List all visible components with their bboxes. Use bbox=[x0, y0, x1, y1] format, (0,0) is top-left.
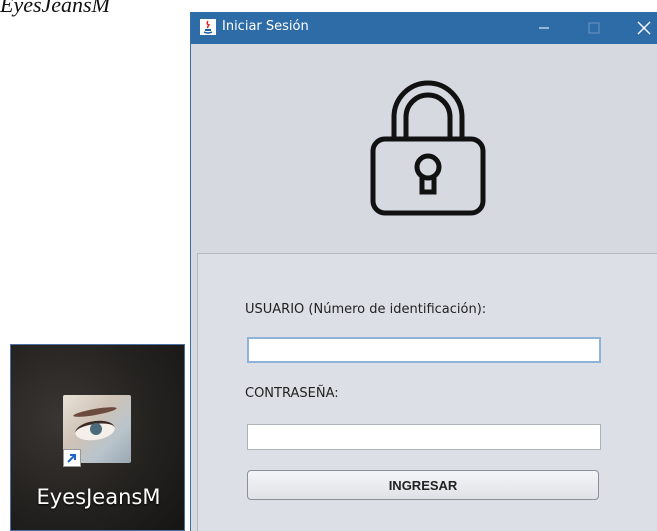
login-window: Iniciar Sesión USUARIO (Número de identi… bbox=[190, 12, 657, 531]
header-image-area bbox=[191, 44, 657, 253]
shortcut-arrow-icon bbox=[63, 449, 81, 467]
ingresar-button[interactable]: INGRESAR bbox=[247, 470, 599, 500]
password-label: CONTRASEÑA: bbox=[245, 386, 339, 401]
login-form: USUARIO (Número de identificación): CONT… bbox=[197, 253, 657, 531]
shortcut-label[interactable]: EyesJeansM bbox=[11, 485, 186, 509]
username-input[interactable] bbox=[247, 337, 601, 363]
maximize-icon bbox=[588, 22, 600, 34]
close-icon bbox=[637, 21, 651, 35]
minimize-icon bbox=[539, 27, 549, 29]
window-title: Iniciar Sesión bbox=[222, 19, 309, 34]
password-input[interactable] bbox=[247, 424, 601, 450]
title-bar[interactable]: Iniciar Sesión bbox=[191, 12, 657, 44]
desktop-area: EyesJeansM bbox=[10, 344, 185, 531]
maximize-button[interactable] bbox=[571, 12, 617, 44]
eyebrow-shape bbox=[72, 405, 118, 419]
close-button[interactable] bbox=[621, 12, 657, 44]
username-label: USUARIO (Número de identificación): bbox=[245, 302, 487, 317]
minimize-button[interactable] bbox=[521, 12, 567, 44]
iris-shape bbox=[90, 423, 102, 435]
java-icon bbox=[200, 19, 216, 35]
padlock-icon bbox=[370, 80, 486, 216]
background-caption: EyesJeansM bbox=[0, 0, 110, 17]
